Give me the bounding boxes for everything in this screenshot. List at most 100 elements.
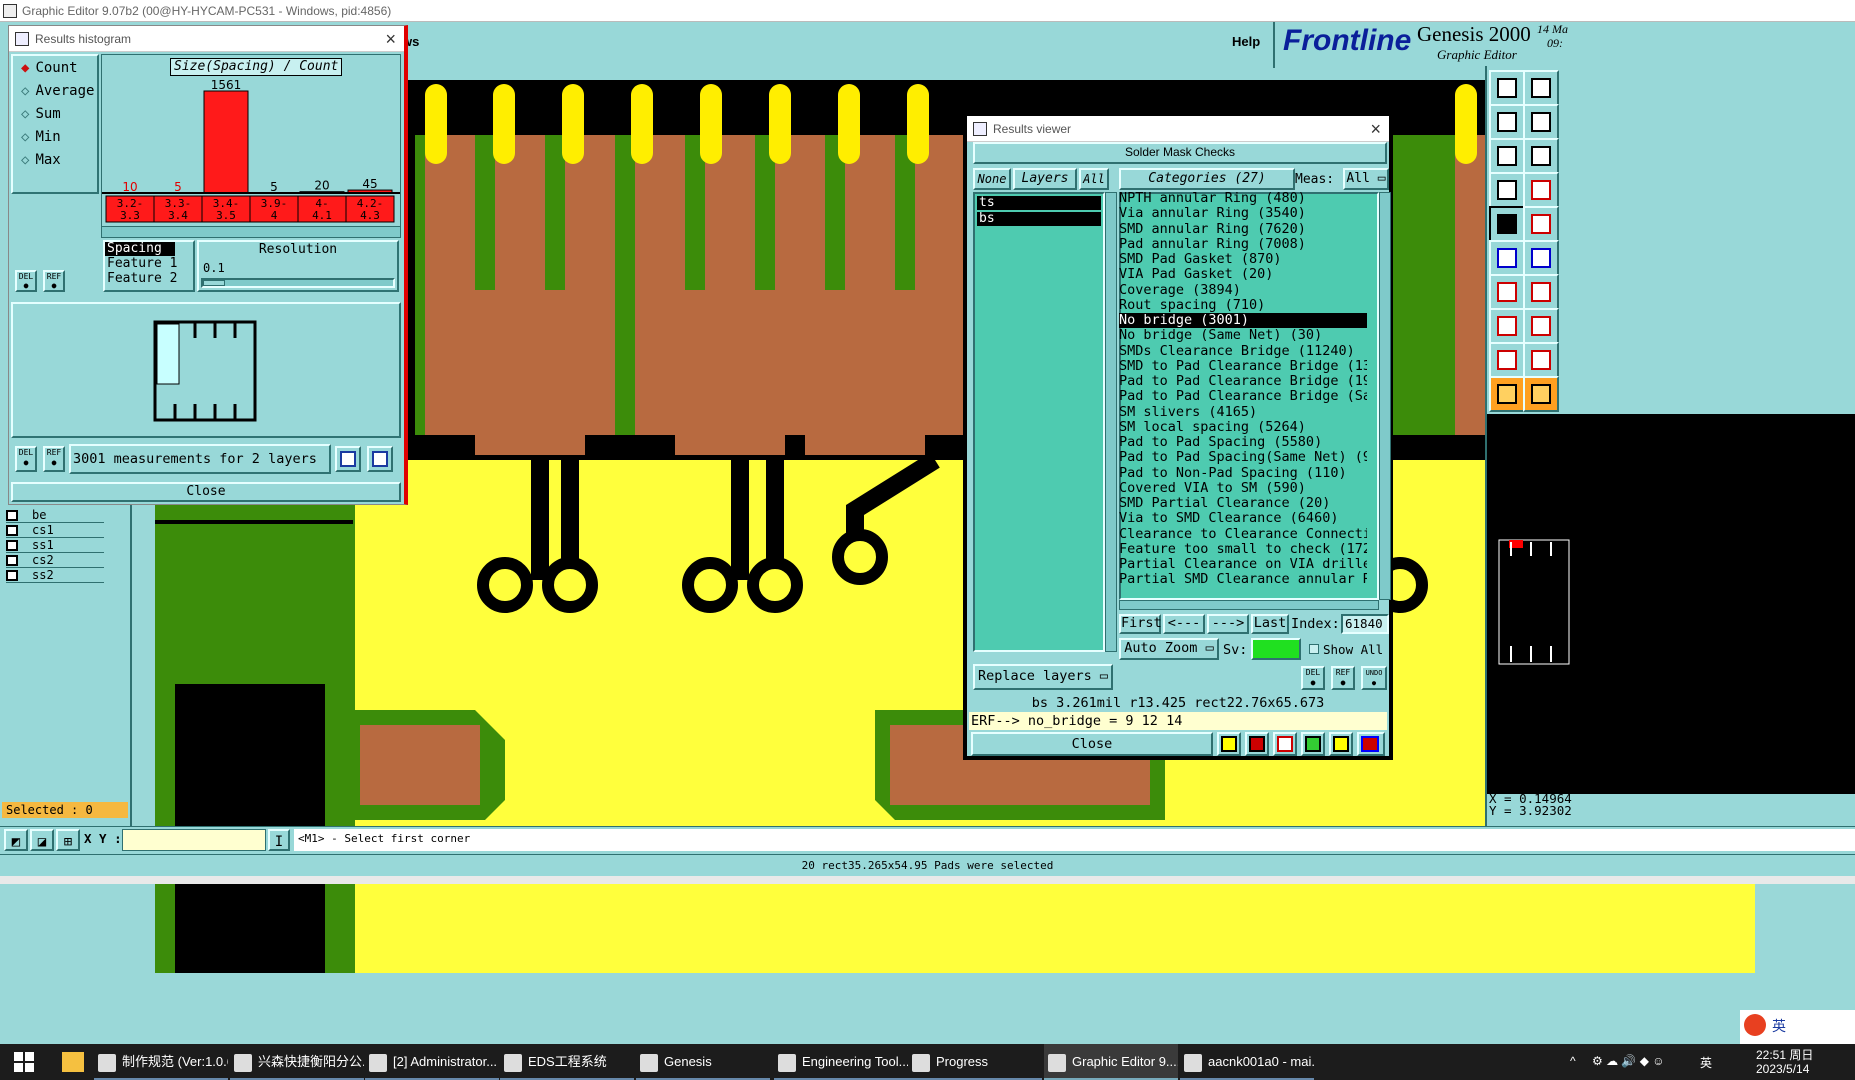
all-button[interactable]: All [1079, 168, 1109, 190]
meas-select[interactable]: All ▭ [1343, 168, 1389, 190]
copy-tool-icon[interactable] [1523, 206, 1559, 242]
category-item[interactable]: No bridge (3001) [1119, 313, 1367, 328]
close-icon[interactable]: × [1370, 116, 1381, 142]
layer-row[interactable]: ss1 [6, 538, 104, 553]
taskbar-item[interactable]: 兴森快捷衡阳分公... [230, 1044, 364, 1080]
sv-color-select[interactable] [1251, 638, 1301, 660]
category-item[interactable]: Via to SMD Clearance (6460) [1119, 511, 1367, 526]
taskbar-item[interactable]: Graphic Editor 9.... [1044, 1044, 1178, 1080]
angle-icon[interactable] [1489, 274, 1525, 310]
category-item[interactable]: VIA Pad Gasket (20) [1119, 267, 1367, 282]
option-average[interactable]: Average [21, 83, 94, 99]
pan-icon[interactable] [1489, 138, 1525, 174]
report-icon[interactable] [367, 446, 393, 472]
del-button[interactable]: DEL ● [15, 270, 37, 292]
zoom-fit-icon[interactable] [1523, 70, 1559, 106]
cross-icon[interactable] [1523, 240, 1559, 276]
layer-item-bs[interactable]: bs [977, 212, 1101, 226]
option-min[interactable]: Min [21, 129, 60, 145]
layers-scrollbar[interactable] [1105, 192, 1117, 652]
feature1-item[interactable]: Feature 1 [105, 256, 193, 271]
taskbar-item[interactable]: [2] Administrator... [365, 1044, 499, 1080]
category-item[interactable]: Rout spacing (710) [1119, 298, 1367, 313]
close-icon[interactable]: × [385, 26, 396, 52]
option-count[interactable]: Count [21, 60, 77, 76]
layer-row[interactable]: be [6, 508, 104, 523]
ime-mode[interactable]: 英 [1772, 1016, 1786, 1036]
category-item[interactable]: SM slivers (4165) [1119, 405, 1367, 420]
category-item[interactable]: Pad to Pad Spacing (5580) [1119, 435, 1367, 450]
category-item[interactable]: Pad to Pad Spacing(Same Net) (970 [1119, 450, 1367, 465]
category-item[interactable]: SM local spacing (5264) [1119, 420, 1367, 435]
category-item[interactable]: Pad to Pad Clearance Bridge (Same [1119, 389, 1367, 404]
none-button[interactable]: None [973, 168, 1011, 190]
show-all-checkbox[interactable]: Show All [1309, 642, 1383, 657]
clock-date[interactable]: 2023/5/14 [1756, 1062, 1809, 1076]
prev-button[interactable]: <--- [1163, 614, 1205, 634]
option-sum[interactable]: Sum [21, 106, 60, 122]
last-button[interactable]: Last [1251, 614, 1289, 634]
solder-mask-header[interactable]: Solder Mask Checks [973, 142, 1387, 164]
clear-icon[interactable] [1273, 732, 1297, 756]
snapshot-tool-icon[interactable] [1489, 206, 1525, 242]
next-button[interactable]: ---> [1207, 614, 1249, 634]
category-item[interactable]: Coverage (3894) [1119, 283, 1367, 298]
zoom-in-icon[interactable] [1489, 104, 1525, 140]
category-item[interactable]: SMD Pad Gasket (870) [1119, 252, 1367, 267]
layers-button[interactable]: Layers [1013, 168, 1077, 190]
viewer-ref-button[interactable]: REF ● [1331, 666, 1355, 690]
ref-button-2[interactable]: REF ● [43, 446, 65, 472]
viewer-del-button[interactable]: DEL ● [1301, 666, 1325, 690]
pointer-icon[interactable] [1489, 376, 1525, 412]
category-item[interactable]: SMDs Clearance Bridge (11240) [1119, 344, 1367, 359]
connect-icon[interactable] [1489, 240, 1525, 276]
graph-icon[interactable]: ◪ [30, 829, 54, 851]
category-item[interactable]: Pad to Non-Pad Spacing (110) [1119, 466, 1367, 481]
cursor-icon[interactable]: I [268, 829, 290, 851]
dash-icon[interactable] [1523, 308, 1559, 344]
ref-button[interactable]: REF ● [43, 270, 65, 292]
histogram-close-button[interactable]: Close [11, 482, 401, 502]
category-item[interactable]: NPTH annular Ring (480) [1119, 191, 1367, 206]
clock-time[interactable]: 22:51 周日 [1756, 1046, 1813, 1063]
taskbar-item[interactable]: EDS工程系统 [500, 1044, 634, 1080]
category-item[interactable]: Partial SMD Clearance annular Rin [1119, 572, 1367, 587]
layer-row[interactable]: cs1 [6, 523, 104, 538]
taskbar-item[interactable]: Progress [908, 1044, 1042, 1080]
measure-tool-icon[interactable] [1489, 172, 1525, 208]
center-icon[interactable] [1523, 138, 1559, 174]
snap-icon[interactable]: ◩ [4, 829, 28, 851]
line-tool-icon[interactable] [1523, 172, 1559, 208]
del-button-2[interactable]: DEL ● [15, 446, 37, 472]
xy-input[interactable] [122, 829, 266, 851]
auto-zoom-select[interactable]: Auto Zoom ▭ [1119, 638, 1219, 660]
select-box-icon[interactable] [1489, 308, 1525, 344]
slope-icon[interactable] [1523, 274, 1559, 310]
category-item[interactable]: Pad annular Ring (7008) [1119, 237, 1367, 252]
ime-icon[interactable] [1744, 1014, 1766, 1036]
categories-button[interactable]: Categories (27) [1119, 168, 1295, 190]
triangle-icon[interactable] [1489, 342, 1525, 378]
category-item[interactable]: Partial Clearance on VIA drilled [1119, 557, 1367, 572]
categories-scrollbar[interactable] [1379, 192, 1391, 600]
taskbar-item[interactable]: aacnk001a0 - mai... [1180, 1044, 1314, 1080]
notes-icon[interactable] [1329, 732, 1353, 756]
layer-row[interactable]: ss2 [6, 568, 104, 583]
feature2-item[interactable]: Feature 2 [105, 271, 193, 286]
export-icon[interactable] [335, 446, 361, 472]
first-button[interactable]: First [1119, 614, 1162, 634]
category-item[interactable]: Via annular Ring (3540) [1119, 206, 1367, 221]
help-menu[interactable]: Help [1232, 34, 1260, 49]
snapshot-icon[interactable] [1245, 732, 1269, 756]
chart-scrollbar[interactable] [101, 226, 401, 238]
measure-icon[interactable] [1217, 732, 1241, 756]
thumbnail-view[interactable] [1487, 414, 1855, 794]
taskbar-item[interactable]: Engineering Tool... [774, 1044, 908, 1080]
taskbar-item[interactable]: 制作规范 (Ver:1.0.6) [94, 1044, 228, 1080]
layer-row[interactable]: cs2 [6, 553, 104, 568]
category-item[interactable]: No bridge (Same Net) (30) [1119, 328, 1367, 343]
tray-arrow-icon[interactable]: ^ [1570, 1054, 1576, 1068]
viewer-close-button[interactable]: Close [971, 732, 1213, 756]
category-item[interactable]: Covered VIA to SM (590) [1119, 481, 1367, 496]
select-pointer-icon[interactable] [1523, 376, 1559, 412]
